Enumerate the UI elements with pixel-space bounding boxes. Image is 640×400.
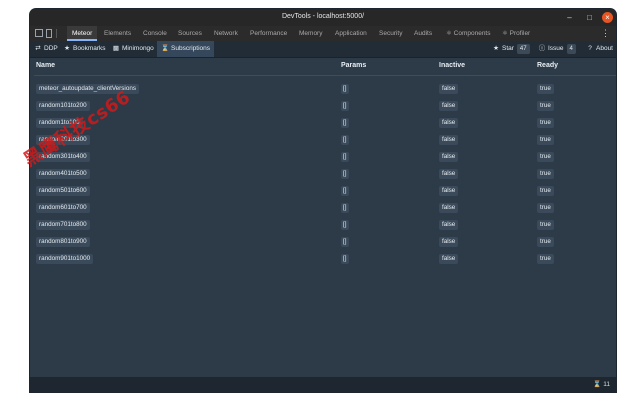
table-row[interactable]: random801to900 [] false true — [30, 235, 616, 252]
subscription-params: [] — [341, 254, 349, 264]
subscription-name: random801to900 — [36, 237, 90, 247]
subscription-name: random601to700 — [36, 203, 90, 213]
table-row[interactable]: random1to100[] false true — [30, 116, 616, 133]
tab-sources[interactable]: Sources — [178, 26, 202, 41]
subscription-inactive: false — [439, 237, 459, 247]
inspect-element-icon[interactable] — [35, 29, 43, 37]
tab-application[interactable]: Application — [335, 26, 367, 41]
subscription-name: random901to1000 — [36, 254, 94, 264]
table-row[interactable]: random301to400[] false true — [30, 150, 616, 167]
tab-console[interactable]: Console — [143, 26, 167, 41]
maximize-icon[interactable]: □ — [584, 12, 595, 23]
subscription-inactive: false — [439, 254, 459, 264]
subscription-params: [] — [341, 169, 349, 179]
subscription-inactive: false — [439, 101, 459, 111]
tab-network[interactable]: Network — [214, 26, 238, 41]
issue-count: 4 — [566, 44, 576, 54]
tab-bookmarks[interactable]: ★ Bookmarks — [63, 41, 105, 57]
ddp-icon: ⇄ — [35, 45, 41, 52]
github-issue-button[interactable]: ⓘ Issue 4 — [538, 41, 576, 57]
status-bar: ⌛ 11 — [30, 377, 616, 392]
devtools-window: DevTools - localhost:5000/ – □ × Meteor … — [30, 9, 616, 392]
subscription-inactive: false — [439, 169, 459, 179]
title-bar: DevTools - localhost:5000/ – □ × — [30, 9, 616, 26]
minimize-icon[interactable]: – — [564, 12, 575, 23]
issue-icon: ⓘ — [538, 45, 546, 52]
tab-components[interactable]: ⚛ Components — [446, 26, 491, 41]
subscription-ready: true — [537, 237, 554, 247]
column-header-params[interactable]: Params — [341, 62, 366, 69]
star-count: 47 — [516, 44, 530, 54]
subscription-inactive: false — [439, 220, 459, 230]
tab-elements[interactable]: Elements — [104, 26, 131, 41]
table-row[interactable]: random401to500 [] false true — [30, 167, 616, 184]
subscription-ready: true — [537, 186, 554, 196]
subscription-ready: true — [537, 135, 554, 145]
subscription-name: random501to600 — [36, 186, 90, 196]
subscription-ready: true — [537, 169, 554, 179]
subscription-inactive: false — [439, 203, 459, 213]
close-icon[interactable]: × — [602, 12, 613, 23]
tab-memory[interactable]: Memory — [299, 26, 322, 41]
subscription-count: ⌛ 11 — [593, 381, 610, 388]
subscription-name: random701to800 — [36, 220, 90, 230]
subscription-ready: true — [537, 101, 554, 111]
tab-ddp[interactable]: ⇄ DDP — [34, 41, 57, 57]
subscription-params: [] — [341, 118, 349, 128]
subscription-ready: true — [537, 84, 554, 94]
table-row[interactable]: random601to700 [] false true — [30, 201, 616, 218]
subscription-inactive: false — [439, 135, 459, 145]
table-row[interactable]: random501to600 [] false true — [30, 184, 616, 201]
device-toolbar-icon[interactable] — [46, 29, 52, 38]
subscription-inactive: false — [439, 186, 459, 196]
about-button[interactable]: ? About — [586, 41, 613, 57]
header-divider — [34, 75, 616, 76]
table-row[interactable]: random901to1000 [] false true — [30, 252, 616, 269]
subscription-inactive: false — [439, 84, 459, 94]
column-header-name[interactable]: Name — [36, 62, 55, 69]
subscriptions-icon: ⌛ — [161, 45, 170, 52]
subscription-ready: true — [537, 254, 554, 264]
table-row[interactable]: random201to300[] false true — [30, 133, 616, 150]
subscription-params: [] — [341, 220, 349, 230]
database-icon: ▩ — [112, 45, 120, 52]
tab-security[interactable]: Security — [379, 26, 402, 41]
tab-performance[interactable]: Performance — [250, 26, 287, 41]
star-icon: ★ — [64, 45, 70, 52]
table-row[interactable]: random701to800 [] false true — [30, 218, 616, 235]
subscription-params: [] — [341, 135, 349, 145]
window-title: DevTools - localhost:5000/ — [281, 13, 365, 20]
tab-profiler[interactable]: ⚛ Profiler — [502, 26, 530, 41]
subscription-params: [] — [341, 84, 349, 94]
subscription-params: [] — [341, 152, 349, 162]
subscription-name: random401to500 — [36, 169, 90, 179]
tab-subscriptions[interactable]: ⌛ Subscriptions — [157, 41, 215, 57]
tab-meteor[interactable]: Meteor — [67, 26, 98, 41]
column-header-ready[interactable]: Ready — [537, 62, 558, 69]
subscription-inactive: false — [439, 152, 459, 162]
github-star-button[interactable]: ★ Star 47 — [492, 41, 530, 57]
devtools-tab-bar: Meteor Elements Console Sources Network … — [30, 26, 616, 42]
subscription-ready: true — [537, 152, 554, 162]
star-icon: ★ — [493, 45, 499, 52]
subscription-params: [] — [341, 203, 349, 213]
subscription-ready: true — [537, 118, 554, 128]
subscription-params: [] — [341, 237, 349, 247]
subscriptions-icon: ⌛ — [593, 381, 602, 388]
more-options-icon[interactable]: ⋮ — [601, 26, 610, 41]
subscription-ready: true — [537, 203, 554, 213]
subscription-ready: true — [537, 220, 554, 230]
subscription-params: [] — [341, 101, 349, 111]
subscription-inactive: false — [439, 118, 459, 128]
meteor-toolbar: ⇄ DDP ★ Bookmarks ▩ Minimongo ⌛ Subscription… — [30, 41, 616, 58]
tab-divider — [56, 29, 57, 38]
tab-minimongo[interactable]: ▩ Minimongo — [112, 41, 154, 57]
tab-audits[interactable]: Audits — [414, 26, 432, 41]
column-header-inactive[interactable]: Inactive — [439, 62, 465, 69]
help-icon: ? — [588, 45, 592, 52]
subscription-params: [] — [341, 186, 349, 196]
